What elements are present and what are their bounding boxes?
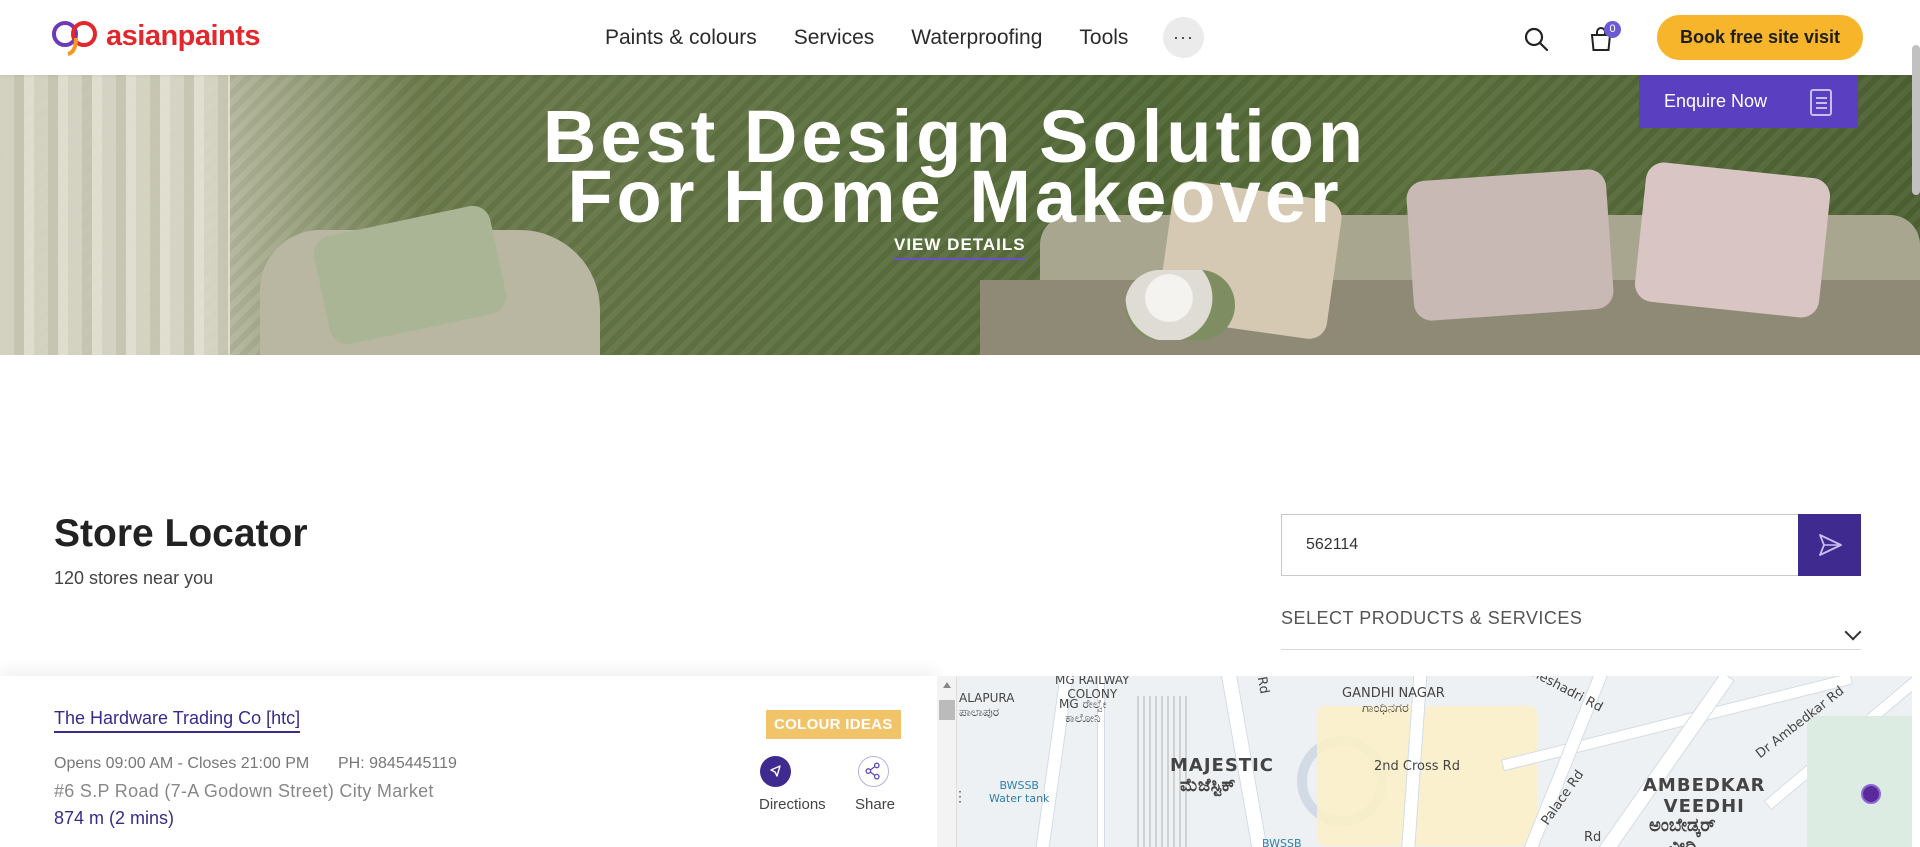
- navigation-arrow-icon: [770, 765, 781, 777]
- map-label-2nd-cross-rd: 2nd Cross Rd: [1374, 759, 1460, 774]
- main-nav: Paints & colours Services Waterproofing …: [605, 0, 1128, 75]
- nav-services[interactable]: Services: [794, 26, 875, 50]
- map-label-rd: Rd: [1253, 676, 1272, 696]
- colour-ideas-badge[interactable]: COLOUR IDEAS: [766, 710, 901, 739]
- map-label-alapura: ALAPURA: [959, 691, 1015, 705]
- nav-waterproofing[interactable]: Waterproofing: [911, 26, 1042, 50]
- products-services-dropdown[interactable]: SELECT PRODUCTS & SERVICES: [1281, 608, 1862, 650]
- map-label-gandhi-nagar: GANDHI NAGAR: [1342, 686, 1445, 701]
- search-icon[interactable]: [1523, 26, 1549, 52]
- share-button[interactable]: [858, 756, 889, 787]
- store-name-link[interactable]: The Hardware Trading Co [htc]: [54, 708, 301, 733]
- store-card: The Hardware Trading Co [htc] COLOUR IDE…: [0, 676, 937, 847]
- logo-text: asianpaints: [106, 19, 261, 52]
- store-map-pin-icon[interactable]: [1861, 784, 1881, 804]
- map-menu-icon[interactable]: ⋮: [953, 788, 967, 805]
- pincode-input[interactable]: [1281, 514, 1799, 576]
- hero-title-line2: For Home Makeover: [567, 155, 1343, 238]
- hero-banner: Best Design Solution For Home Makeover V…: [0, 75, 1920, 355]
- chevron-down-icon: [1844, 623, 1862, 641]
- share-icon: [865, 762, 880, 780]
- store-distance: 874 m (2 mins): [54, 808, 175, 828]
- share-label[interactable]: Share: [855, 796, 895, 813]
- map-label-majestic-kn: ಮೆಜೆಸ್ಟಿಕ್: [1180, 775, 1236, 796]
- nav-tools[interactable]: Tools: [1079, 26, 1128, 50]
- directions-button[interactable]: [760, 756, 791, 787]
- logo-mark-icon: [52, 21, 97, 56]
- scroll-up-icon[interactable]: [943, 682, 951, 688]
- store-hours: Opens 09:00 AM - Closes 21:00 PM: [54, 755, 310, 772]
- map-label-gandhi-nagar-kn: ಗಾಂಧಿನಗರ: [1362, 701, 1409, 716]
- store-map[interactable]: ⋮ ALAPURA ಪಾಲಾಪುರ MG RAILWAY COLONY MG ರ…: [937, 676, 1912, 847]
- view-details-link[interactable]: VIEW DETAILS: [894, 235, 1026, 260]
- hero-flowers-image: [1125, 270, 1235, 340]
- map-label-alapura-kn: ಪಾಲಾಪುರ: [959, 705, 1000, 719]
- map-label-ambedkar-veedhi-kn: ಅಂಬೇಡ್ಕರ್ ವೀಧಿ: [1649, 815, 1716, 847]
- book-site-visit-button[interactable]: Book free site visit: [1657, 15, 1863, 60]
- products-services-label: SELECT PRODUCTS & SERVICES: [1281, 608, 1583, 628]
- store-locator-title: Store Locator: [54, 512, 308, 555]
- page-scrollbar[interactable]: [1912, 45, 1920, 195]
- map-label-ambedkar-veedhi: AMBEDKAR VEEDHI: [1643, 775, 1766, 817]
- store-phone: PH: 9845445119: [338, 755, 457, 772]
- form-icon: [1810, 89, 1832, 116]
- directions-label[interactable]: Directions: [759, 796, 826, 813]
- map-scrollbar[interactable]: ⋮: [937, 676, 967, 847]
- store-address: #6 S.P Road (7-A Godown Street) City Mar…: [54, 781, 434, 801]
- nav-paints-colours[interactable]: Paints & colours: [605, 26, 757, 50]
- map-label-rd-2: Rd: [1584, 830, 1602, 845]
- map-scroll-thumb[interactable]: [939, 700, 955, 720]
- map-label-railway-colony-kn: MG ರೇಲ್ವೇ ಕಾಲೋನಿ: [1059, 697, 1107, 725]
- pincode-submit-button[interactable]: [1798, 514, 1861, 576]
- map-label-bwssb: BWSSB: [1262, 837, 1302, 847]
- asianpaints-logo[interactable]: asianpaints: [50, 16, 261, 56]
- cart-count-badge: 0: [1604, 21, 1621, 38]
- map-area-commercial: [1317, 706, 1537, 846]
- site-header: asianpaints Paints & colours Services Wa…: [0, 0, 1920, 75]
- enquire-now-button[interactable]: Enquire Now: [1639, 75, 1858, 128]
- map-label-majestic: MAJESTIC: [1170, 755, 1274, 776]
- store-count-text: 120 stores near you: [54, 568, 214, 588]
- map-label-bwssb-water-tank: BWSSB Water tank: [989, 779, 1050, 805]
- ellipsis-icon[interactable]: ···: [1163, 17, 1204, 58]
- send-arrow-icon: [1818, 534, 1842, 556]
- map-area-park: [1807, 716, 1912, 847]
- enquire-now-label: Enquire Now: [1664, 91, 1768, 111]
